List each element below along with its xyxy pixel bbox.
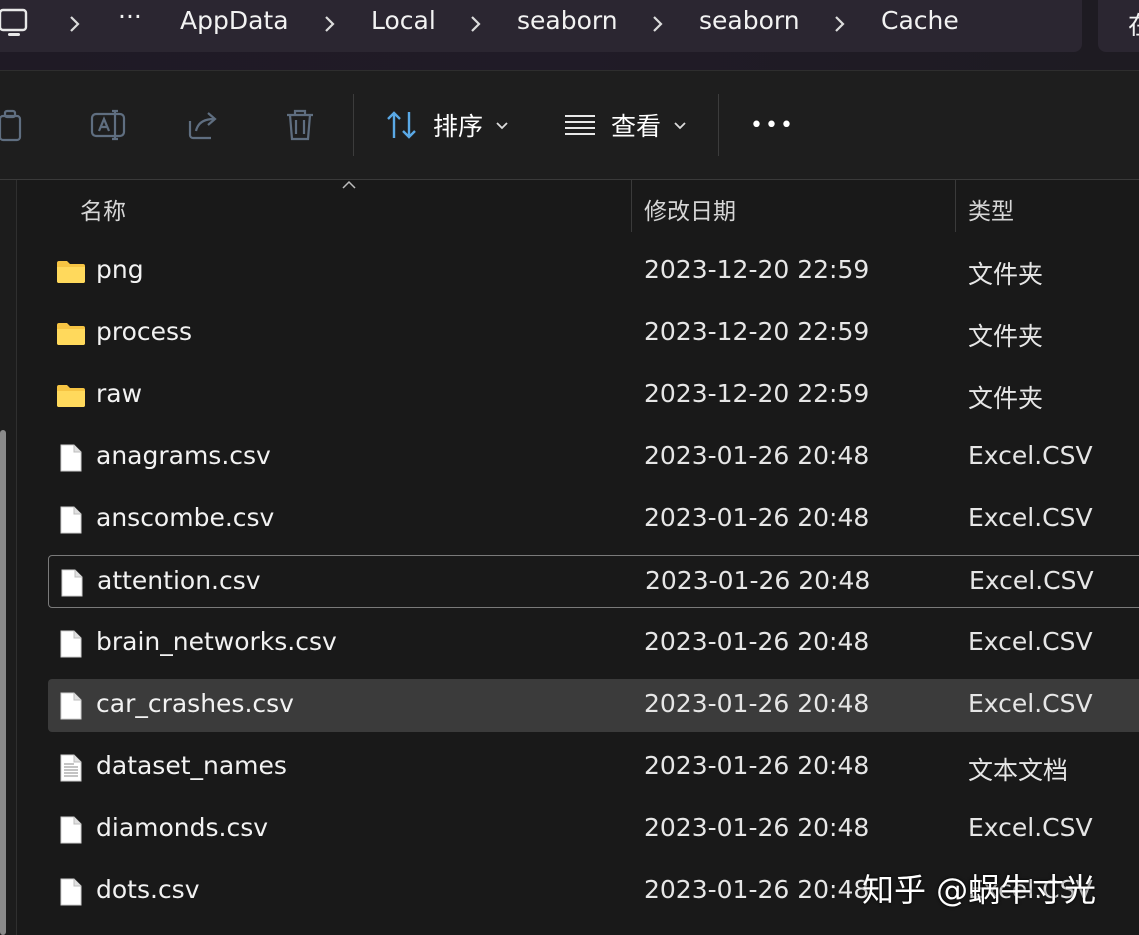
file-modified-date: 2023-01-26 20:48: [645, 566, 871, 595]
more-icon: •••: [750, 112, 795, 138]
file-modified-date: 2023-01-26 20:48: [644, 627, 870, 656]
breadcrumb-item-local[interactable]: Local: [371, 6, 436, 35]
file-icon: [61, 569, 83, 597]
file-type: 文件夹: [968, 384, 1044, 413]
file-type: Excel.CSV: [968, 813, 1093, 842]
file-name: attention.csv: [97, 566, 261, 595]
file-type: Excel.CSV: [968, 503, 1093, 532]
file-name: diamonds.csv: [96, 813, 269, 842]
file-modified-date: 2023-01-26 20:48: [644, 689, 870, 718]
file-type: Excel.CSV: [968, 627, 1093, 656]
sort-label: 排序: [433, 112, 484, 141]
file-row[interactable]: process 2023-12-20 22:59 文件夹: [48, 307, 1139, 360]
toolbar-divider: [353, 94, 354, 156]
file-name: png: [96, 255, 144, 284]
chevron-right-icon: [70, 16, 80, 32]
sort-button[interactable]: 排序: [385, 101, 509, 149]
file-modified-date: 2023-01-26 20:48: [644, 503, 870, 532]
delete-icon[interactable]: [282, 107, 318, 143]
file-type: 文本文档: [968, 756, 1069, 785]
file-icon: [60, 506, 82, 534]
column-header: 名称 修改日期 类型: [17, 180, 1139, 232]
file-name: anscombe.csv: [96, 503, 275, 532]
navigation-pane-scrollbar[interactable]: [0, 430, 6, 935]
file-modified-date: 2023-12-20 22:59: [644, 255, 870, 284]
file-row[interactable]: dataset_names 2023-01-26 20:48 文本文档: [48, 741, 1139, 794]
rename-icon[interactable]: [90, 107, 126, 143]
address-bar: ··· AppData Local seaborn seaborn Cache …: [0, 0, 1139, 71]
file-icon: [60, 630, 82, 658]
this-pc-icon[interactable]: [0, 8, 28, 38]
file-type: 文件夹: [968, 260, 1044, 289]
file-type: Excel.CSV: [969, 566, 1094, 595]
sort-icon: [387, 111, 416, 139]
file-modified-date: 2023-01-26 20:48: [644, 751, 870, 780]
view-list-icon: [565, 115, 595, 135]
search-box[interactable]: 在: [1098, 0, 1139, 52]
share-icon[interactable]: [186, 107, 222, 143]
column-header-type[interactable]: 类型: [968, 192, 1014, 226]
chevron-down-icon: [496, 122, 508, 130]
file-type: Excel.CSV: [968, 689, 1093, 718]
file-row[interactable]: png 2023-12-20 22:59 文件夹: [48, 245, 1139, 298]
copy-icon[interactable]: [0, 107, 30, 143]
chevron-right-icon: [325, 16, 335, 32]
folder-icon: [57, 385, 85, 407]
file-icon: [60, 444, 82, 472]
search-placeholder: 在: [1128, 6, 1139, 42]
toolbar-divider: [718, 94, 719, 156]
file-icon: [60, 692, 82, 720]
sort-ascending-icon: [342, 180, 356, 189]
file-modified-date: 2023-12-20 22:59: [644, 317, 870, 346]
view-button[interactable]: 查看: [563, 101, 687, 149]
file-name: dots.csv: [96, 875, 200, 904]
text-file-icon: [60, 754, 82, 782]
file-row[interactable]: car_crashes.csv 2023-01-26 20:48 Excel.CSV: [48, 679, 1139, 732]
command-bar: 排序 查看 •••: [0, 71, 1139, 180]
file-row[interactable]: raw 2023-12-20 22:59 文件夹: [48, 369, 1139, 422]
file-name: car_crashes.csv: [96, 689, 294, 718]
file-row[interactable]: brain_networks.csv 2023-01-26 20:48 Excel.…: [48, 617, 1139, 670]
chevron-right-icon: [653, 16, 663, 32]
file-name: anagrams.csv: [96, 441, 271, 470]
view-label: 查看: [611, 112, 662, 141]
chevron-right-icon: [835, 16, 845, 32]
watermark: 知乎 @蜗牛寸光: [862, 871, 1097, 909]
file-name: raw: [96, 379, 143, 408]
file-name: dataset_names: [96, 751, 287, 780]
file-icon: [60, 878, 82, 906]
file-row[interactable]: attention.csv 2023-01-26 20:48 Excel.CSV: [48, 555, 1139, 608]
file-modified-date: 2023-01-26 20:48: [644, 875, 870, 904]
breadcrumb-item-seaborn[interactable]: seaborn: [517, 6, 618, 35]
breadcrumb-overflow[interactable]: ···: [118, 2, 142, 31]
file-list: 名称 修改日期 类型 png 2023-12-20 22:59 文件夹 process…: [17, 180, 1139, 935]
file-name: brain_networks.csv: [96, 627, 337, 656]
file-modified-date: 2023-01-26 20:48: [644, 441, 870, 470]
folder-icon: [57, 261, 85, 283]
more-button[interactable]: •••: [750, 101, 795, 149]
file-icon: [60, 816, 82, 844]
file-type: Excel.CSV: [968, 441, 1093, 470]
breadcrumb-item-seaborn-sub[interactable]: seaborn: [699, 6, 800, 35]
breadcrumb[interactable]: ··· AppData Local seaborn seaborn Cache: [0, 0, 1082, 52]
chevron-down-icon: [674, 122, 686, 130]
breadcrumb-item-cache[interactable]: Cache: [881, 6, 959, 35]
column-divider[interactable]: [955, 180, 956, 232]
file-name: process: [96, 317, 193, 346]
folder-icon: [57, 323, 85, 345]
file-modified-date: 2023-01-26 20:48: [644, 813, 870, 842]
column-divider[interactable]: [631, 180, 632, 232]
file-row[interactable]: diamonds.csv 2023-01-26 20:48 Excel.CSV: [48, 803, 1139, 856]
file-type: 文件夹: [968, 322, 1044, 351]
breadcrumb-item-appdata[interactable]: AppData: [180, 6, 289, 35]
file-modified-date: 2023-12-20 22:59: [644, 379, 870, 408]
column-header-modified[interactable]: 修改日期: [644, 192, 736, 226]
chevron-right-icon: [471, 16, 481, 32]
column-header-name[interactable]: 名称: [80, 192, 126, 226]
file-row[interactable]: anscombe.csv 2023-01-26 20:48 Excel.CSV: [48, 493, 1139, 546]
file-row[interactable]: anagrams.csv 2023-01-26 20:48 Excel.CSV: [48, 431, 1139, 484]
